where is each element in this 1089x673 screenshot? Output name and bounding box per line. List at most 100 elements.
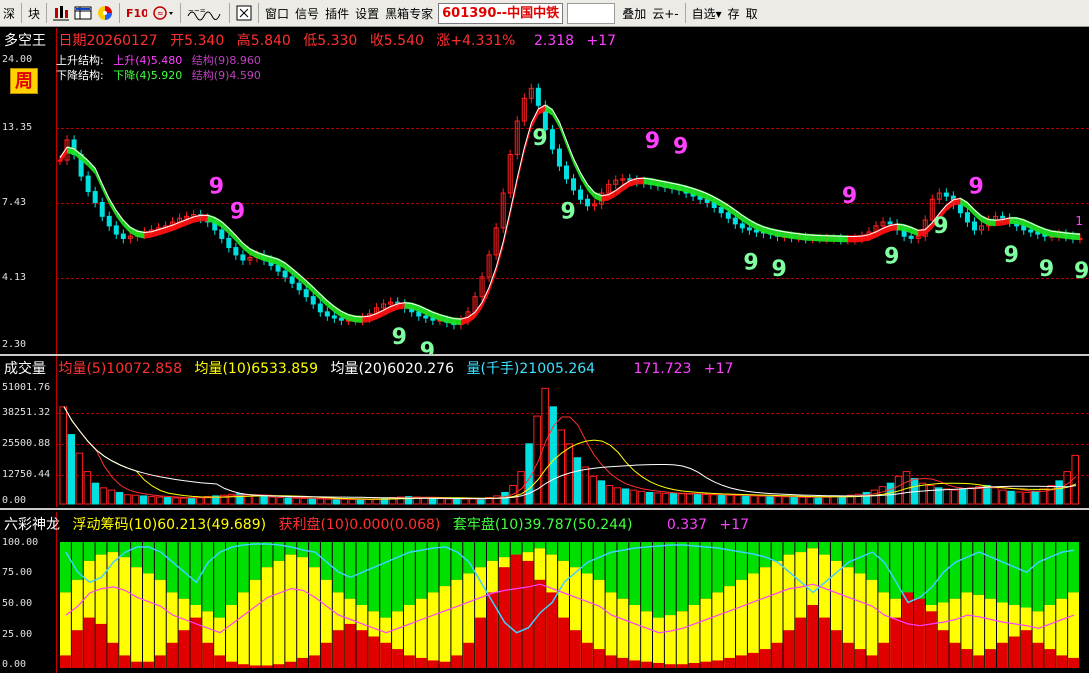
chip-profit-bar [902,592,913,668]
volume-bar [822,496,831,505]
volume-bar [726,494,734,505]
chip-trapped-bar [178,542,190,599]
chip-profit-bar [510,554,522,668]
stock-code-input[interactable]: 601390--中国中铁 [438,2,564,24]
td-signal-nine: 9 [743,251,758,276]
chip-trapped-bar [593,542,605,580]
chip-trapped-bar [629,542,641,605]
volume-bar [67,434,76,505]
indicator-wave-icon[interactable]: ~~= [186,4,224,22]
chip-trapped-bar [759,542,771,568]
volume-bar [806,496,814,505]
td-signal-nine: 9 [884,245,899,270]
volume-bar [1031,490,1039,505]
toolbar-button-block[interactable]: 块 [25,2,43,24]
price-candle-body [106,215,112,227]
chip-panel[interactable]: 六彩神龙 浮动筹码(10)60.213(49.689) 获利盘(10)0.000… [0,512,1089,673]
f10-icon[interactable]: F10 [125,4,149,22]
volume-bar [782,496,790,505]
chip-profit-bar [285,661,297,668]
chip-profit-bar [534,579,546,668]
price-candle-body [887,221,893,225]
volume-bar [573,457,582,505]
td-signal-nine: 9 [772,257,787,282]
chip-trapped-bar [368,542,380,612]
chip-trapped-bar [332,542,344,593]
chip-trapped-bar [558,542,569,561]
volume-bar [597,480,606,505]
price-chart-svg[interactable]: 9999999 99 9999999 9 [0,28,1089,354]
toolbar-button-watchlist[interactable]: 自选▾ [689,2,725,24]
chip-float-bar [237,592,249,668]
volume-bar [348,499,357,505]
price-candle-body [310,296,316,305]
toolbar-empty-field[interactable] [567,2,616,24]
volume-bar [179,497,188,505]
volume-bar [316,498,325,505]
chip-trapped-bar [237,542,249,593]
volume-bar [107,489,116,505]
chip-profit-bar [1044,649,1056,668]
volume-bar [766,495,774,505]
price-candle-body [578,189,584,200]
volume-bar [308,498,317,505]
toolbar-divider [119,3,121,23]
toolbar-button-settings[interactable]: 设置 [352,2,382,24]
chip-profit-bar [1008,636,1020,668]
toolbar-button-save[interactable]: 存 [725,2,743,24]
chip-float-bar [154,579,166,668]
chip-profit-bar [380,642,392,668]
toolbar-button-shen[interactable]: 深 [0,2,18,24]
chip-profit-bar [249,665,261,668]
toolbar-button-load[interactable]: 取 [743,2,761,24]
chip-profit-bar [712,660,724,668]
toolbar-button-overlay[interactable]: 叠加 [619,2,649,24]
chip-profit-bar [1032,642,1044,668]
chip-chart-svg[interactable] [0,512,1089,673]
volume-bar [637,490,646,505]
chip-profit-bar [332,630,344,668]
price-candle-body [289,276,295,284]
chip-profit-bar [214,655,226,668]
kline-chart-icon[interactable] [52,4,70,22]
chip-trapped-bar [866,542,878,580]
volume-bar [750,495,758,505]
chip-float-bar [226,605,237,668]
toolbar-button-plugin[interactable]: 插件 [322,2,352,24]
chip-profit-bar [605,655,617,668]
circle-dropdown-icon[interactable]: ≈ [151,4,175,22]
chip-float-bar [664,615,676,668]
price-candle-body [1021,225,1027,231]
volume-bar [549,406,557,505]
panel-divider[interactable] [0,508,1089,510]
chip-profit-bar [700,661,712,668]
toolbar-button-blackbox-expert[interactable]: 黑箱专家 [382,2,436,24]
price-candle-body [571,178,577,191]
table-view-icon[interactable] [74,4,92,22]
chip-trapped-bar [605,542,617,593]
volume-bar [702,494,710,505]
volume-bar [340,498,349,505]
chip-profit-bar [925,611,937,668]
chip-trapped-bar [498,542,510,558]
volume-bar [758,495,766,505]
volume-chart-svg[interactable] [0,356,1089,507]
chip-trapped-bar [1032,542,1044,612]
chip-profit-bar [961,649,973,668]
price-panel[interactable]: 多空王 日期20260127 开5.340 高5.840 低5.330 收5.5… [0,28,1089,354]
toolbar-divider [258,3,260,23]
volume-panel[interactable]: 成交量 均量(5)10072.858 均量(10)6533.859 均量(20)… [0,356,1089,507]
color-wheel-icon[interactable] [96,4,114,22]
chip-trapped-bar [427,542,439,593]
volume-bar [1047,484,1055,505]
toolbar-button-window[interactable]: 窗口 [262,2,292,24]
toolbar-divider [229,3,231,23]
toolbar-button-signal[interactable]: 信号 [292,2,322,24]
toolbar-button-cloud[interactable]: 云+- [649,2,681,24]
chip-float-bar [688,605,700,668]
chip-profit-bar [641,661,653,668]
fullscreen-toggle-icon[interactable] [235,4,253,22]
chip-profit-bar [664,664,676,668]
td-signal-nine: 9 [532,126,547,151]
chip-profit-bar [486,592,498,668]
